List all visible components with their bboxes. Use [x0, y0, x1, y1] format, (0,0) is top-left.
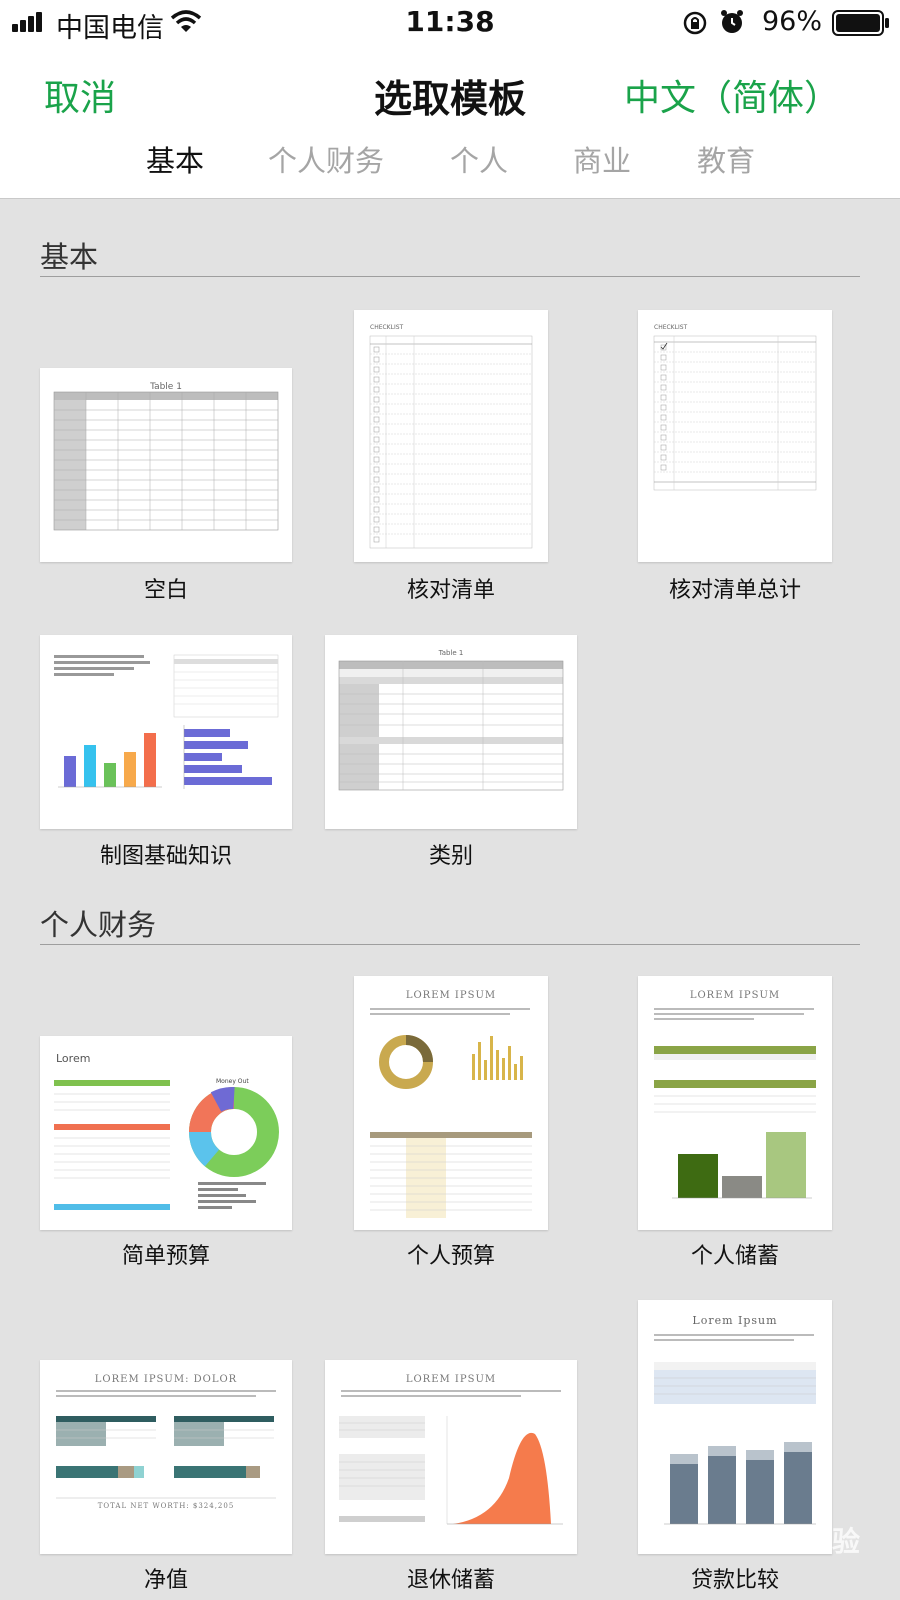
tab-basic[interactable]: 基本: [146, 138, 204, 180]
retirement-savings-graphic: [339, 1390, 563, 1525]
thumbnail-brand: Lorem: [56, 1052, 91, 1065]
personal-savings-graphic: [654, 1008, 816, 1199]
thumbnail-chart-title: Money Out: [216, 1078, 249, 1085]
rotation-lock-icon: [683, 11, 707, 35]
template-net-worth-thumbnail[interactable]: LOREM IPSUM: DOLOR TOTAL NET WORTH: $324…: [40, 1360, 292, 1554]
template-simple-budget-thumbnail[interactable]: Lorem Money Out: [40, 1036, 292, 1230]
template-label[interactable]: 制图基础知识: [40, 838, 292, 870]
template-loan-comparison-thumbnail[interactable]: Lorem Ipsum: [638, 1300, 832, 1554]
simple-budget-graphic: [54, 1080, 279, 1210]
template-personal-budget-thumbnail[interactable]: LOREM IPSUM: [354, 976, 548, 1230]
template-charting-basics-thumbnail[interactable]: [40, 635, 292, 829]
template-label[interactable]: 简单预算: [40, 1238, 292, 1270]
tab-education[interactable]: 教育: [697, 138, 755, 180]
status-bar: 中国电信 11:38 96%: [0, 0, 900, 44]
template-categories-thumbnail[interactable]: Table 1: [325, 635, 577, 829]
net-worth-graphic: [56, 1390, 276, 1499]
loan-comparison-graphic: [654, 1334, 816, 1525]
charting-basics-graphic: [54, 654, 279, 789]
template-label[interactable]: 贷款比较: [609, 1562, 861, 1594]
template-checklist-thumbnail[interactable]: CHECKLIST: [354, 310, 548, 562]
thumbnail-title: Table 1: [438, 649, 464, 657]
tab-business[interactable]: 商业: [573, 138, 631, 180]
template-label[interactable]: 个人预算: [325, 1238, 577, 1270]
template-label[interactable]: 退休储蓄: [325, 1562, 577, 1594]
checklist-total-graphic: [653, 335, 817, 491]
template-personal-savings-thumbnail[interactable]: LOREM IPSUM: [638, 976, 832, 1230]
section-divider: [40, 276, 860, 277]
template-label[interactable]: 核对清单: [325, 572, 577, 604]
language-button[interactable]: 中文（简体）: [624, 69, 840, 121]
thumbnail-total: TOTAL NET WORTH: $324,205: [97, 1502, 235, 1510]
battery-icon: [832, 10, 889, 36]
tab-personal[interactable]: 个人: [450, 138, 508, 180]
personal-budget-graphic: [370, 1008, 532, 1218]
template-checklist-total-thumbnail[interactable]: CHECKLIST: [638, 310, 832, 562]
battery-percent: 96%: [761, 6, 822, 37]
blank-table-graphic: [53, 391, 279, 531]
template-label[interactable]: 个人储蓄: [609, 1238, 861, 1270]
checklist-graphic: [369, 335, 533, 549]
thumbnail-title: CHECKLIST: [654, 324, 688, 331]
template-label[interactable]: 空白: [40, 572, 292, 604]
template-label[interactable]: 类别: [325, 838, 577, 870]
section-divider: [40, 944, 860, 945]
section-title-basic: 基本: [40, 240, 99, 274]
thumbnail-title: Table 1: [150, 382, 182, 392]
tab-personal-finance[interactable]: 个人财务: [268, 138, 384, 180]
thumbnail-title: Lorem Ipsum: [692, 1314, 778, 1327]
template-label[interactable]: 净值: [40, 1562, 292, 1594]
section-title-personal-finance: 个人财务: [40, 908, 157, 942]
thumbnail-title: CHECKLIST: [370, 324, 404, 331]
template-blank-thumbnail[interactable]: Table 1: [40, 368, 292, 562]
categories-table-graphic: [338, 660, 564, 791]
template-label[interactable]: 核对清单总计: [609, 572, 861, 604]
template-picker-header: 取消 选取模板 中文（简体） 基本 个人财务 个人 商业 教育: [0, 44, 900, 199]
watermark: Baidu 经验: [704, 1525, 860, 1558]
thumbnail-title: LOREM IPSUM: DOLOR: [94, 1374, 238, 1385]
thumbnail-title: LOREM IPSUM: [405, 990, 497, 1001]
thumbnail-title: LOREM IPSUM: [689, 990, 781, 1001]
thumbnail-title: LOREM IPSUM: [405, 1374, 497, 1385]
alarm-icon: [721, 10, 743, 33]
template-retirement-savings-thumbnail[interactable]: LOREM IPSUM: [325, 1360, 577, 1554]
